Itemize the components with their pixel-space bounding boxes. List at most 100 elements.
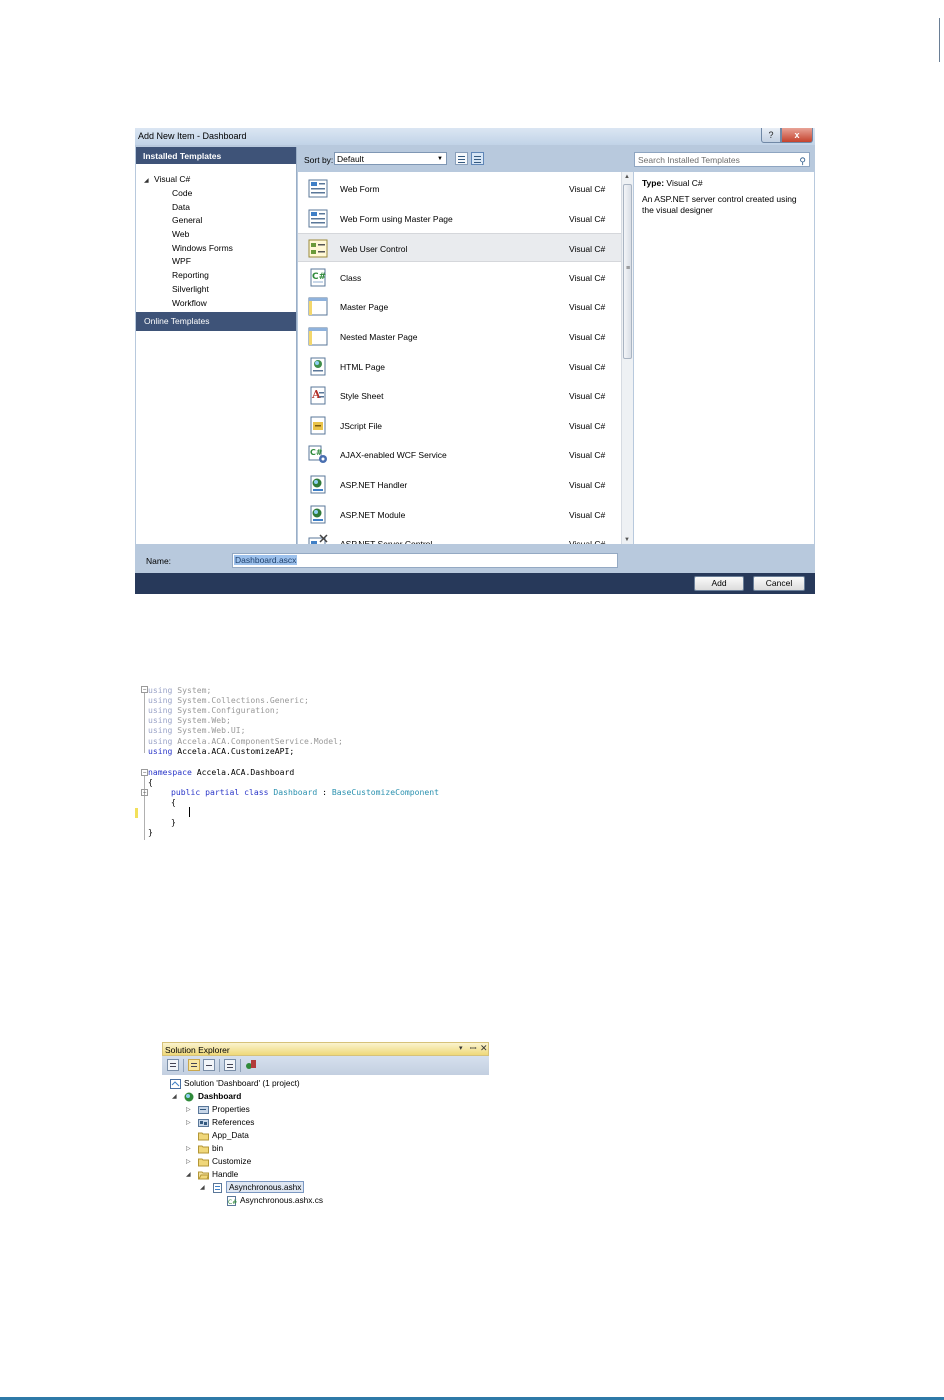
online-templates-header[interactable]: Online Templates	[136, 312, 296, 331]
tree-item-data[interactable]: Data	[172, 201, 233, 215]
collapse-namespace-icon[interactable]: −	[141, 769, 148, 776]
solution-tree-label: Properties	[212, 1104, 250, 1114]
dialog-button-bar: Add Cancel	[135, 573, 815, 594]
tree-item-wpf[interactable]: WPF	[172, 255, 233, 269]
tree-item-web[interactable]: Web	[172, 228, 233, 242]
dropdown-arrow-icon: ▼	[437, 156, 443, 162]
search-templates-input[interactable]: Search Installed Templates ⚲	[634, 152, 810, 167]
expand-arrow-icon[interactable]: ▷	[186, 1145, 191, 1152]
template-row[interactable]: C# Class Visual C#	[298, 263, 621, 292]
template-row[interactable]: Web Form using Master Page Visual C#	[298, 204, 621, 233]
template-row[interactable]: Master Page Visual C#	[298, 292, 621, 321]
templates-scrollbar[interactable]: ▲ ≡ ▼	[621, 172, 633, 544]
template-language: Visual C#	[569, 420, 606, 431]
using-namespace: System.Web.UI;	[177, 725, 246, 736]
template-row[interactable]: HTML Page Visual C#	[298, 352, 621, 381]
expand-arrow-icon[interactable]: ▷	[186, 1158, 191, 1165]
tree-item-visual-csharp[interactable]: ◢ Visual C#	[144, 174, 190, 184]
template-row[interactable]: Web Form Visual C#	[298, 174, 621, 203]
collapse-arrow-icon[interactable]: ◢	[186, 1171, 191, 1178]
name-input[interactable]: Dashboard.ascx	[232, 553, 618, 568]
solution-tree-item[interactable]: Handle	[198, 1168, 238, 1181]
tree-item-windows-forms[interactable]: Windows Forms	[172, 242, 233, 256]
using-keyword: using	[148, 715, 173, 726]
template-row[interactable]: ASP.NET Handler Visual C#	[298, 470, 621, 499]
template-row[interactable]: ASP.NET Server Control Visual C#	[298, 529, 621, 544]
text-caret	[189, 807, 190, 817]
installed-templates-header[interactable]: Installed Templates	[136, 147, 296, 164]
cancel-button[interactable]: Cancel	[753, 576, 805, 591]
template-language: Visual C#	[569, 539, 605, 544]
search-icon[interactable]: ⚲	[799, 154, 806, 168]
collapse-arrow-icon[interactable]: ◢	[172, 1093, 177, 1100]
add-button[interactable]: Add	[694, 576, 744, 591]
solution-explorer-title: Solution Explorer	[165, 1045, 230, 1055]
template-name: Web User Control	[340, 244, 408, 255]
solution-tree-item[interactable]: Dashboard	[184, 1090, 241, 1103]
list-view-button[interactable]	[471, 152, 484, 165]
nest-related-files-icon[interactable]	[224, 1059, 236, 1071]
sort-by-select[interactable]: Default ▼	[334, 152, 447, 165]
solution-tree-item[interactable]: App_Data	[198, 1129, 249, 1142]
show-all-files-icon[interactable]	[188, 1059, 200, 1071]
using-namespace: System.Web;	[177, 715, 231, 726]
template-row[interactable]: Nested Master Page Visual C#	[298, 322, 621, 351]
template-row[interactable]: C# AJAX-enabled WCF Service Visual C#	[298, 440, 621, 469]
fold-guide	[144, 693, 145, 753]
using-directive: using Accela.ACA.CustomizeAPI;	[148, 746, 294, 756]
window-position-icon[interactable]: ▾	[459, 1044, 463, 1052]
small-icons-view-button[interactable]	[455, 152, 468, 165]
wcf-service-icon: C#	[308, 445, 328, 464]
namespace-line: namespace Accela.ACA.Dashboard	[148, 767, 294, 777]
template-row[interactable]: JScript File Visual C#	[298, 411, 621, 440]
solution-tree-item[interactable]: References	[198, 1116, 254, 1129]
solution-tree-label: bin	[212, 1143, 224, 1153]
solution-tree-item[interactable]: C# Asynchronous.ashx.cs	[226, 1194, 323, 1207]
template-name: Style Sheet	[340, 391, 384, 402]
online-templates-label: Online Templates	[144, 316, 210, 326]
help-button[interactable]: ?	[761, 128, 781, 143]
solution-tree-item[interactable]: bin	[198, 1142, 223, 1155]
solution-tree-item[interactable]: Customize	[198, 1155, 251, 1168]
scroll-up-icon[interactable]: ▲	[624, 174, 630, 180]
close-icon[interactable]: ✕	[480, 1043, 488, 1054]
properties-tool-icon[interactable]	[167, 1059, 179, 1071]
class-open-brace: {	[171, 797, 176, 807]
using-directive: using System.Collections.Generic;	[148, 695, 309, 705]
tree-item-reporting[interactable]: Reporting	[172, 269, 233, 283]
namespace-keyword: namespace	[148, 767, 192, 777]
expand-arrow-icon[interactable]: ▷	[186, 1119, 191, 1126]
tree-item-workflow[interactable]: Workflow	[172, 297, 233, 311]
code-editor[interactable]: − using System; using System.Collections.…	[133, 683, 533, 843]
scroll-thumb[interactable]: ≡	[623, 184, 632, 359]
collapse-usings-icon[interactable]: −	[141, 686, 148, 693]
template-language: Visual C#	[569, 184, 606, 194]
pin-icon[interactable]: ꟷ	[470, 1043, 477, 1054]
collapse-triangle-icon[interactable]: ◢	[144, 177, 154, 184]
tree-item-general[interactable]: General	[172, 214, 233, 228]
namespace-name: Accela.ACA.Dashboard	[196, 767, 295, 777]
template-row[interactable]: Web User Control Visual C#	[298, 233, 621, 263]
using-directive: using Accela.ACA.ComponentService.Model;	[148, 736, 343, 746]
expand-arrow-icon[interactable]: ▷	[186, 1106, 191, 1113]
collapse-class-icon[interactable]: −	[141, 789, 148, 796]
tree-item-code[interactable]: Code	[172, 187, 233, 201]
toolbar-separator	[183, 1059, 184, 1072]
collapse-arrow-icon[interactable]: ◢	[200, 1184, 205, 1191]
close-button[interactable]: x	[781, 128, 813, 143]
tree-children: Code Data General Web Windows Forms WPF …	[172, 187, 233, 310]
folder-icon	[198, 1131, 209, 1141]
refresh-icon[interactable]	[203, 1059, 215, 1071]
template-row[interactable]: A Style Sheet Visual C#	[298, 381, 621, 410]
solution-tree-item[interactable]: Asynchronous.ashx	[212, 1181, 305, 1194]
copy-web-site-icon[interactable]	[245, 1059, 257, 1071]
server-control-icon	[308, 534, 328, 544]
dialog-title: Add New Item - Dashboard	[138, 131, 247, 141]
tree-item-silverlight[interactable]: Silverlight	[172, 283, 233, 297]
solution-tree-item[interactable]: Solution 'Dashboard' (1 project)	[170, 1077, 300, 1090]
solution-tree-item[interactable]: Properties	[198, 1103, 250, 1116]
name-label: Name:	[146, 556, 172, 566]
scroll-down-icon[interactable]: ▼	[624, 537, 630, 543]
template-name: ASP.NET Module	[340, 509, 406, 520]
template-row[interactable]: ASP.NET Module Visual C#	[298, 500, 621, 529]
